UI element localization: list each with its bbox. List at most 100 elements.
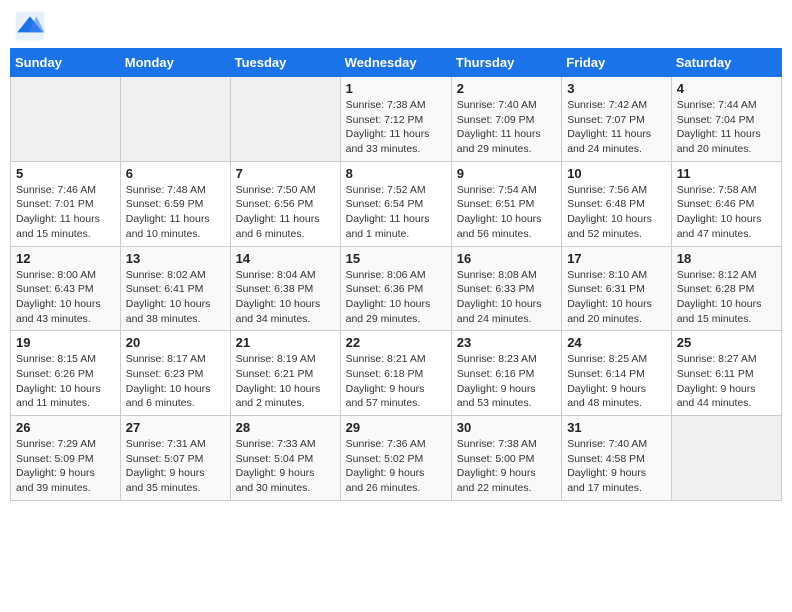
calendar-week-row: 12Sunrise: 8:00 AM Sunset: 6:43 PM Dayli… <box>11 246 782 331</box>
day-number: 9 <box>457 166 556 181</box>
day-info: Sunrise: 8:27 AM Sunset: 6:11 PM Dayligh… <box>677 352 776 411</box>
day-info: Sunrise: 7:44 AM Sunset: 7:04 PM Dayligh… <box>677 98 776 157</box>
day-number: 12 <box>16 251 115 266</box>
calendar-cell: 13 Sunrise: 8:02 AM Sunset: 6:41 PM Dayli… <box>120 246 230 331</box>
logo <box>14 10 50 42</box>
day-number: 8 <box>346 166 446 181</box>
day-number: 11 <box>677 166 776 181</box>
day-number: 29 <box>346 420 446 435</box>
day-number: 24 <box>567 335 666 350</box>
day-number: 31 <box>567 420 666 435</box>
calendar-cell: 3 Sunrise: 7:42 AM Sunset: 7:07 PM Daylig… <box>562 77 672 162</box>
column-header-monday: Monday <box>120 49 230 77</box>
day-info: Sunrise: 8:17 AM Sunset: 6:23 PM Dayligh… <box>126 352 225 411</box>
calendar-table: SundayMondayTuesdayWednesdayThursdayFrid… <box>10 48 782 501</box>
day-number: 3 <box>567 81 666 96</box>
day-info: Sunrise: 7:36 AM Sunset: 5:02 PM Dayligh… <box>346 437 446 496</box>
calendar-cell <box>230 77 340 162</box>
calendar-cell: 15Sunrise: 8:06 AM Sunset: 6:36 PM Dayli… <box>340 246 451 331</box>
calendar-cell: 1 Sunrise: 7:38 AM Sunset: 7:12 PM Daylig… <box>340 77 451 162</box>
day-number: 28 <box>236 420 335 435</box>
day-number: 22 <box>346 335 446 350</box>
day-info: Sunrise: 8:08 AM Sunset: 6:33 PM Dayligh… <box>457 268 556 327</box>
calendar-cell: 19Sunrise: 8:15 AM Sunset: 6:26 PM Dayli… <box>11 331 121 416</box>
day-number: 7 <box>236 166 335 181</box>
day-info: Sunrise: 7:40 AM Sunset: 4:58 PM Dayligh… <box>567 437 666 496</box>
day-number: 25 <box>677 335 776 350</box>
calendar-cell: 12Sunrise: 8:00 AM Sunset: 6:43 PM Dayli… <box>11 246 121 331</box>
day-number: 4 <box>677 81 776 96</box>
day-info: Sunrise: 7:38 AM Sunset: 7:12 PM Dayligh… <box>346 98 446 157</box>
calendar-cell: 24Sunrise: 8:25 AM Sunset: 6:14 PM Dayli… <box>562 331 672 416</box>
day-info: Sunrise: 7:40 AM Sunset: 7:09 PM Dayligh… <box>457 98 556 157</box>
calendar-cell: 7 Sunrise: 7:50 AM Sunset: 6:56 PM Daylig… <box>230 161 340 246</box>
calendar-cell: 31 Sunrise: 7:40 AM Sunset: 4:58 PM Dayli… <box>562 416 672 501</box>
day-number: 27 <box>126 420 225 435</box>
day-number: 21 <box>236 335 335 350</box>
day-info: Sunrise: 8:23 AM Sunset: 6:16 PM Dayligh… <box>457 352 556 411</box>
calendar-cell: 25 Sunrise: 8:27 AM Sunset: 6:11 PM Dayli… <box>671 331 781 416</box>
day-info: Sunrise: 7:58 AM Sunset: 6:46 PM Dayligh… <box>677 183 776 242</box>
column-header-friday: Friday <box>562 49 672 77</box>
calendar-cell: 14 Sunrise: 8:04 AM Sunset: 6:38 PM Dayli… <box>230 246 340 331</box>
calendar-header-row: SundayMondayTuesdayWednesdayThursdayFrid… <box>11 49 782 77</box>
column-header-saturday: Saturday <box>671 49 781 77</box>
calendar-cell: 20Sunrise: 8:17 AM Sunset: 6:23 PM Dayli… <box>120 331 230 416</box>
column-header-sunday: Sunday <box>11 49 121 77</box>
logo-icon <box>14 10 46 42</box>
day-number: 18 <box>677 251 776 266</box>
day-info: Sunrise: 8:19 AM Sunset: 6:21 PM Dayligh… <box>236 352 335 411</box>
calendar-cell: 16Sunrise: 8:08 AM Sunset: 6:33 PM Dayli… <box>451 246 561 331</box>
day-number: 1 <box>346 81 446 96</box>
day-info: Sunrise: 7:56 AM Sunset: 6:48 PM Dayligh… <box>567 183 666 242</box>
calendar-cell: 28 Sunrise: 7:33 AM Sunset: 5:04 PM Dayli… <box>230 416 340 501</box>
day-info: Sunrise: 8:04 AM Sunset: 6:38 PM Dayligh… <box>236 268 335 327</box>
day-number: 14 <box>236 251 335 266</box>
day-number: 10 <box>567 166 666 181</box>
day-info: Sunrise: 8:21 AM Sunset: 6:18 PM Dayligh… <box>346 352 446 411</box>
day-number: 30 <box>457 420 556 435</box>
calendar-cell: 10 Sunrise: 7:56 AM Sunset: 6:48 PM Dayli… <box>562 161 672 246</box>
calendar-cell <box>120 77 230 162</box>
day-info: Sunrise: 7:50 AM Sunset: 6:56 PM Dayligh… <box>236 183 335 242</box>
calendar-cell <box>671 416 781 501</box>
day-info: Sunrise: 7:42 AM Sunset: 7:07 PM Dayligh… <box>567 98 666 157</box>
column-header-wednesday: Wednesday <box>340 49 451 77</box>
calendar-cell: 4 Sunrise: 7:44 AM Sunset: 7:04 PM Daylig… <box>671 77 781 162</box>
calendar-cell: 17 Sunrise: 8:10 AM Sunset: 6:31 PM Dayli… <box>562 246 672 331</box>
column-header-tuesday: Tuesday <box>230 49 340 77</box>
column-header-thursday: Thursday <box>451 49 561 77</box>
day-info: Sunrise: 7:29 AM Sunset: 5:09 PM Dayligh… <box>16 437 115 496</box>
day-info: Sunrise: 8:02 AM Sunset: 6:41 PM Dayligh… <box>126 268 225 327</box>
calendar-week-row: 19Sunrise: 8:15 AM Sunset: 6:26 PM Dayli… <box>11 331 782 416</box>
calendar-cell: 6 Sunrise: 7:48 AM Sunset: 6:59 PM Daylig… <box>120 161 230 246</box>
day-info: Sunrise: 7:31 AM Sunset: 5:07 PM Dayligh… <box>126 437 225 496</box>
day-number: 17 <box>567 251 666 266</box>
day-info: Sunrise: 8:15 AM Sunset: 6:26 PM Dayligh… <box>16 352 115 411</box>
day-info: Sunrise: 8:12 AM Sunset: 6:28 PM Dayligh… <box>677 268 776 327</box>
calendar-week-row: 5 Sunrise: 7:46 AM Sunset: 7:01 PM Daylig… <box>11 161 782 246</box>
calendar-cell: 30 Sunrise: 7:38 AM Sunset: 5:00 PM Dayli… <box>451 416 561 501</box>
calendar-cell: 22 Sunrise: 8:21 AM Sunset: 6:18 PM Dayli… <box>340 331 451 416</box>
day-info: Sunrise: 7:46 AM Sunset: 7:01 PM Dayligh… <box>16 183 115 242</box>
calendar-cell: 5 Sunrise: 7:46 AM Sunset: 7:01 PM Daylig… <box>11 161 121 246</box>
day-number: 13 <box>126 251 225 266</box>
day-info: Sunrise: 7:38 AM Sunset: 5:00 PM Dayligh… <box>457 437 556 496</box>
day-number: 5 <box>16 166 115 181</box>
calendar-week-row: 1 Sunrise: 7:38 AM Sunset: 7:12 PM Daylig… <box>11 77 782 162</box>
day-info: Sunrise: 8:06 AM Sunset: 6:36 PM Dayligh… <box>346 268 446 327</box>
day-info: Sunrise: 8:10 AM Sunset: 6:31 PM Dayligh… <box>567 268 666 327</box>
day-info: Sunrise: 7:33 AM Sunset: 5:04 PM Dayligh… <box>236 437 335 496</box>
calendar-cell: 21 Sunrise: 8:19 AM Sunset: 6:21 PM Dayli… <box>230 331 340 416</box>
calendar-cell: 26Sunrise: 7:29 AM Sunset: 5:09 PM Dayli… <box>11 416 121 501</box>
day-number: 2 <box>457 81 556 96</box>
calendar-week-row: 26Sunrise: 7:29 AM Sunset: 5:09 PM Dayli… <box>11 416 782 501</box>
day-info: Sunrise: 7:48 AM Sunset: 6:59 PM Dayligh… <box>126 183 225 242</box>
calendar-cell: 11 Sunrise: 7:58 AM Sunset: 6:46 PM Dayli… <box>671 161 781 246</box>
calendar-cell: 8 Sunrise: 7:52 AM Sunset: 6:54 PM Daylig… <box>340 161 451 246</box>
day-info: Sunrise: 7:54 AM Sunset: 6:51 PM Dayligh… <box>457 183 556 242</box>
day-info: Sunrise: 7:52 AM Sunset: 6:54 PM Dayligh… <box>346 183 446 242</box>
day-number: 6 <box>126 166 225 181</box>
calendar-cell: 29 Sunrise: 7:36 AM Sunset: 5:02 PM Dayli… <box>340 416 451 501</box>
calendar-cell: 27 Sunrise: 7:31 AM Sunset: 5:07 PM Dayli… <box>120 416 230 501</box>
